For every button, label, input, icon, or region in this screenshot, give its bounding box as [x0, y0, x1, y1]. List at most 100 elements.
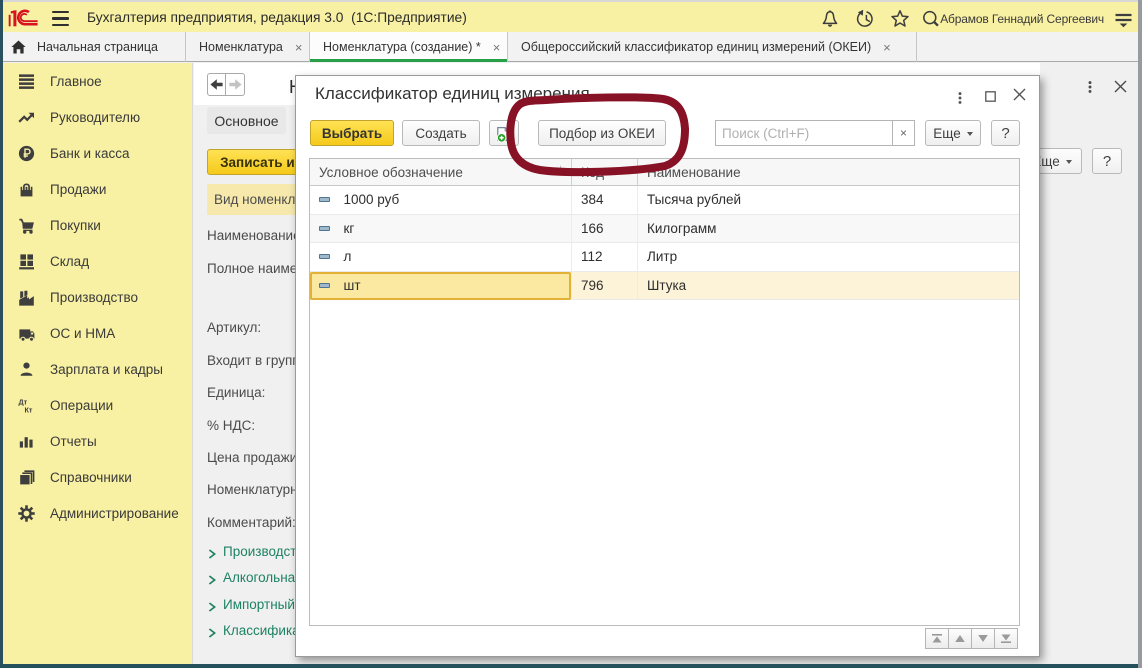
- sidebar-item-icon: ДтКт: [18, 397, 35, 414]
- 1c-logo-icon: [8, 6, 44, 30]
- tab-close-icon[interactable]: ×: [880, 41, 894, 54]
- cell-name[interactable]: Литр: [637, 243, 1019, 271]
- tab[interactable]: Начальная страница: [0, 32, 186, 62]
- dropdown-arrow-icon: [967, 132, 973, 136]
- cell-symbol[interactable]: л: [310, 243, 571, 271]
- column-header-symbol[interactable]: Условное обозначение ↓: [310, 159, 571, 185]
- form-menu-dots-icon[interactable]: [1088, 80, 1092, 92]
- create-group-button[interactable]: [489, 120, 519, 146]
- element-dash-icon: [319, 283, 330, 288]
- sidebar-item-icon: [18, 109, 35, 126]
- go-prev-button[interactable]: [948, 628, 972, 649]
- window-frame-top: [0, 0, 1142, 2]
- dialog-help-button[interactable]: ?: [991, 120, 1020, 146]
- back-button[interactable]: [207, 73, 226, 96]
- sidebar-item[interactable]: ДтКт Операции: [3, 387, 192, 423]
- create-button[interactable]: Создать: [402, 120, 480, 146]
- sidebar-item[interactable]: Склад: [3, 243, 192, 279]
- cell-symbol[interactable]: 1000 руб: [310, 186, 571, 214]
- sections-panel: Главное Руководителю Банк и касса Продаж…: [3, 63, 193, 664]
- form-section-main[interactable]: Основное: [207, 107, 286, 134]
- sidebar-item[interactable]: ОС и НМА: [3, 315, 192, 351]
- tab[interactable]: Общероссийский классификатор единиц изме…: [508, 32, 917, 62]
- chevron-right-icon: [207, 600, 216, 609]
- dialog-maximize-icon[interactable]: [985, 89, 996, 100]
- dialog-close-icon[interactable]: [1013, 88, 1026, 101]
- search-clear-icon[interactable]: ×: [893, 120, 915, 146]
- table-navigation: [926, 628, 1018, 649]
- table-row[interactable]: кг 166 Килограмм: [310, 215, 1019, 244]
- cell-name[interactable]: Штука: [637, 272, 1019, 300]
- forward-button[interactable]: [226, 73, 245, 96]
- sidebar-item[interactable]: Отчеты: [3, 423, 192, 459]
- sidebar-item[interactable]: Продажи: [3, 171, 192, 207]
- dropdown-arrow-icon: [1066, 160, 1072, 164]
- form-help-button[interactable]: ?: [1092, 148, 1122, 174]
- app-title: Бухгалтерия предприятия, редакция 3.0 (1…: [87, 10, 467, 25]
- element-dash-icon: [319, 197, 330, 202]
- table-row[interactable]: л 112 Литр: [310, 243, 1019, 272]
- sidebar-item-label: Банк и касса: [50, 146, 130, 161]
- search-icon[interactable]: [920, 8, 942, 30]
- cell-code[interactable]: 112: [571, 243, 637, 271]
- sidebar-item-icon: [18, 253, 35, 270]
- sidebar-item-icon: [18, 361, 35, 378]
- form-nav-buttons: [207, 73, 245, 96]
- sidebar-item-label: Зарплата и кадры: [50, 362, 163, 377]
- main-menu-icon[interactable]: [52, 11, 69, 26]
- tab[interactable]: Номенклатура (создание) * ×: [310, 32, 508, 62]
- svg-text:Кт: Кт: [25, 405, 33, 414]
- window-frame-right: [1138, 0, 1142, 668]
- user-name[interactable]: Абрамов Геннадий Сергеевич: [940, 12, 1104, 26]
- table-row[interactable]: шт 796 Штука: [310, 272, 1019, 301]
- dialog-unit-classifier: Классификатор единиц измерения Выбрать С…: [295, 75, 1040, 657]
- go-next-button[interactable]: [971, 628, 995, 649]
- tab[interactable]: Номенклатура ×: [186, 32, 310, 62]
- tab-close-icon[interactable]: ×: [292, 41, 306, 54]
- select-button[interactable]: Выбрать: [310, 120, 394, 146]
- sidebar-item[interactable]: Руководителю: [3, 99, 192, 135]
- chevron-right-icon: [207, 547, 216, 556]
- service-menu-icon[interactable]: [1115, 13, 1132, 28]
- form-field-label: Цена продажи:: [207, 450, 301, 465]
- favorites-icon[interactable]: [889, 8, 911, 30]
- form-field-label: Артикул:: [207, 320, 261, 335]
- sidebar-item[interactable]: Банк и касса: [3, 135, 192, 171]
- go-last-button[interactable]: [994, 628, 1018, 649]
- cell-symbol-text: л: [344, 249, 352, 264]
- sidebar-item-icon: [18, 469, 35, 486]
- cell-symbol[interactable]: кг: [310, 215, 571, 243]
- dialog-menu-dots-icon[interactable]: [958, 91, 962, 103]
- cell-name[interactable]: Килограмм: [637, 215, 1019, 243]
- sidebar-item[interactable]: Справочники: [3, 459, 192, 495]
- cell-code[interactable]: 796: [571, 272, 637, 300]
- notifications-icon[interactable]: [819, 8, 841, 30]
- sidebar-item[interactable]: Главное: [3, 63, 192, 99]
- sidebar-item-label: Руководителю: [50, 110, 140, 125]
- sidebar-item[interactable]: Зарплата и кадры: [3, 351, 192, 387]
- sidebar-item[interactable]: Покупки: [3, 207, 192, 243]
- tab-close-icon[interactable]: ×: [490, 41, 504, 54]
- cell-name[interactable]: Тысяча рублей: [637, 186, 1019, 214]
- form-close-icon[interactable]: [1114, 80, 1126, 92]
- pick-from-okei-button[interactable]: Подбор из ОКЕИ: [538, 120, 666, 146]
- sidebar-item-label: Покупки: [50, 218, 101, 233]
- sidebar-item[interactable]: Производство: [3, 279, 192, 315]
- column-header-code[interactable]: Код: [571, 159, 637, 185]
- go-first-button[interactable]: [925, 628, 949, 649]
- form-field-label: Единица:: [207, 385, 265, 400]
- form-field-label: Наименование:: [207, 228, 304, 243]
- history-icon[interactable]: [855, 8, 877, 30]
- dialog-more-button[interactable]: Еще: [925, 120, 981, 146]
- search-input[interactable]: [715, 120, 893, 146]
- sidebar-item-icon: [18, 289, 35, 306]
- table-row[interactable]: 1000 руб 384 Тысяча рублей: [310, 186, 1019, 215]
- sidebar-item-icon: [18, 181, 35, 198]
- cell-code[interactable]: 166: [571, 215, 637, 243]
- sidebar-item[interactable]: Администрирование: [3, 495, 192, 531]
- element-dash-icon: [319, 254, 330, 259]
- column-header-name[interactable]: Наименование: [637, 159, 1019, 185]
- table-header: Условное обозначение ↓ Код Наименование: [310, 159, 1019, 186]
- cell-code[interactable]: 384: [571, 186, 637, 214]
- cell-symbol[interactable]: шт: [310, 272, 571, 300]
